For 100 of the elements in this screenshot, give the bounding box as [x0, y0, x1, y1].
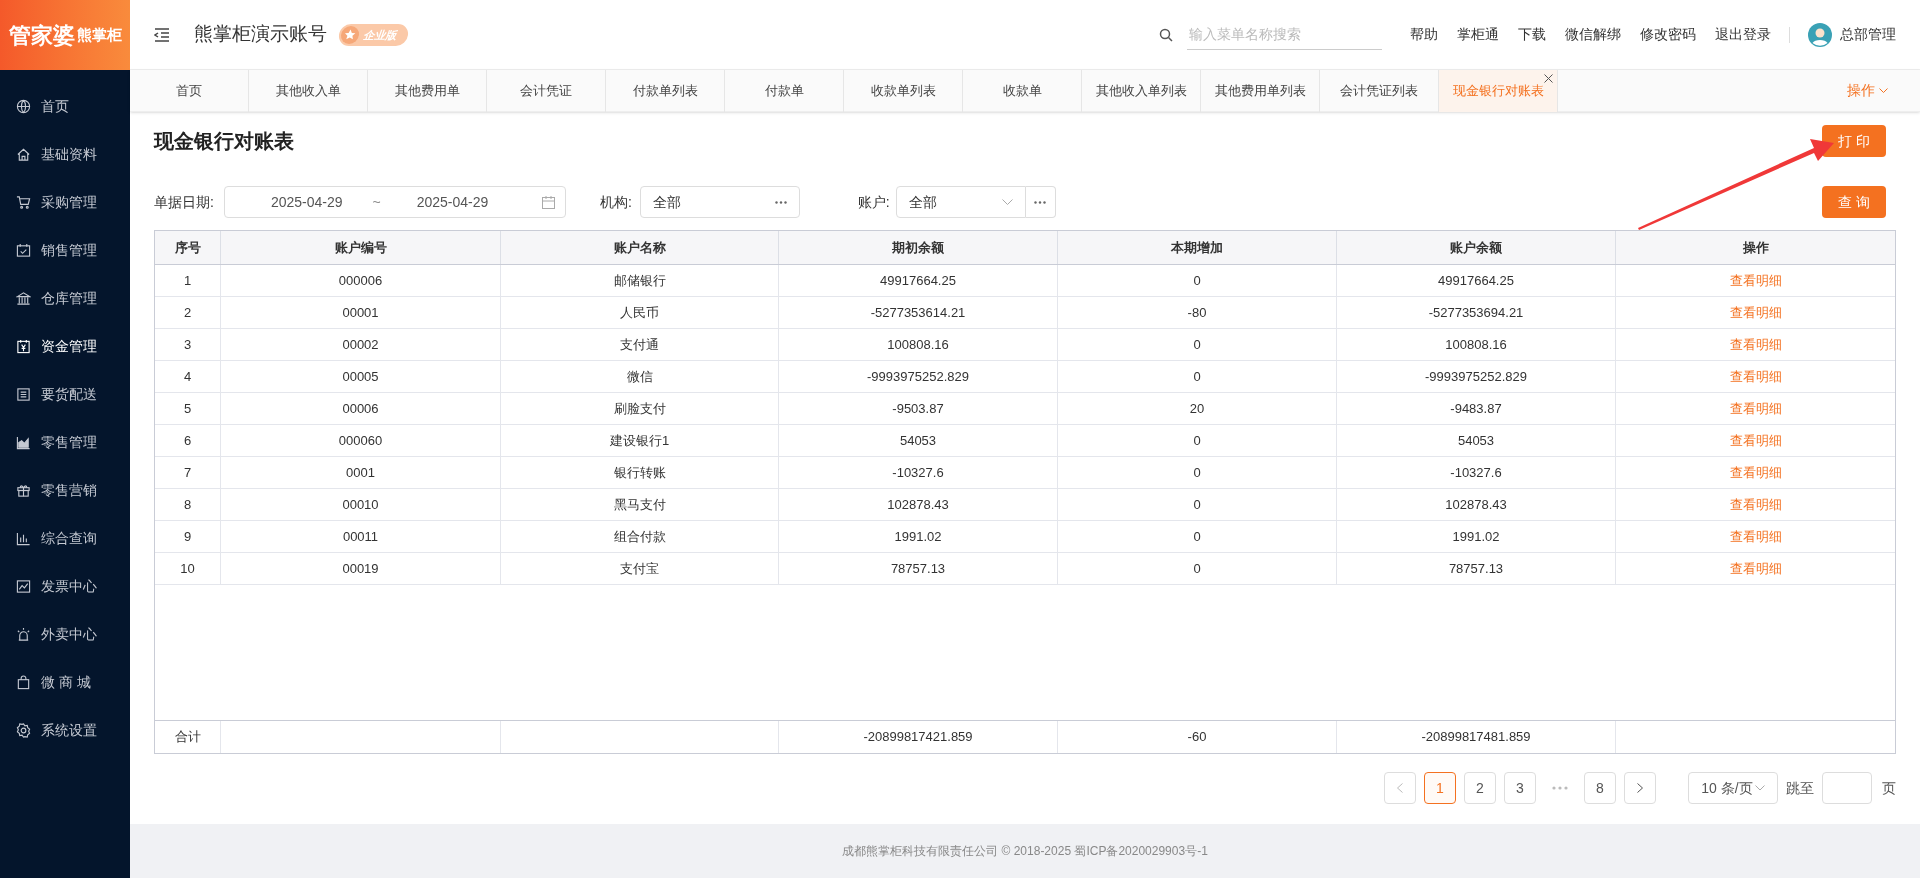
- sidebar-item[interactable]: 首页: [0, 82, 130, 130]
- chevron-left-icon: [1397, 783, 1403, 793]
- sidebar-item[interactable]: 发票中心: [0, 562, 130, 610]
- total-cell: 合计: [155, 721, 221, 753]
- sidebar-item[interactable]: 外卖中心: [0, 610, 130, 658]
- page-button[interactable]: 2: [1464, 772, 1496, 804]
- table-cell: 102878.43: [1337, 489, 1616, 520]
- tab[interactable]: 收款单列表: [844, 70, 963, 112]
- menu-icon[interactable]: [154, 27, 170, 42]
- table-cell: 1: [155, 265, 221, 296]
- table-cell: 49917664.25: [1337, 265, 1616, 296]
- bar-chart-icon: [16, 530, 31, 546]
- header-link[interactable]: 退出登录: [1715, 24, 1771, 45]
- table-cell: 4: [155, 361, 221, 392]
- table-cell: 8: [155, 489, 221, 520]
- table-cell: 00005: [221, 361, 501, 392]
- sidebar-item[interactable]: 资金管理: [0, 322, 130, 370]
- table-cell: 银行转账: [501, 457, 779, 488]
- jump-label: 跳至: [1786, 778, 1814, 798]
- chevron-right-icon: [1637, 783, 1643, 793]
- table-cell: 100808.16: [779, 329, 1058, 360]
- sidebar-item[interactable]: 零售营销: [0, 466, 130, 514]
- table-cell: 000060: [221, 425, 501, 456]
- table-cell: 100808.16: [1337, 329, 1616, 360]
- line-chart-icon: [16, 578, 31, 594]
- sidebar-item[interactable]: 采购管理: [0, 178, 130, 226]
- table-cell: -9503.87: [779, 393, 1058, 424]
- tab[interactable]: 首页: [130, 70, 249, 112]
- avatar-icon[interactable]: [1808, 22, 1832, 47]
- date-range-field[interactable]: 2025-04-29 ~ 2025-04-29: [223, 186, 566, 218]
- page-button[interactable]: 8: [1584, 772, 1616, 804]
- sidebar-item[interactable]: 基础资料: [0, 130, 130, 178]
- search-field[interactable]: 输入菜单名称搜索: [1187, 19, 1382, 50]
- chevron-down-icon: [1001, 198, 1013, 206]
- table-cell: 2: [155, 297, 221, 328]
- table-cell: 支付宝: [501, 553, 779, 584]
- table-cell: 00019: [221, 553, 501, 584]
- tab[interactable]: 其他费用单列表: [1201, 70, 1320, 112]
- table-cell: 建设银行1: [501, 425, 779, 456]
- table-cell: 00002: [221, 329, 501, 360]
- list-icon: [16, 386, 31, 402]
- table-cell: 0: [1058, 521, 1337, 552]
- tab[interactable]: 付款单: [725, 70, 844, 112]
- user-name[interactable]: 总部管理: [1840, 24, 1896, 45]
- tab[interactable]: 其他费用单: [368, 70, 487, 112]
- sidebar-item[interactable]: 零售管理: [0, 418, 130, 466]
- page-size-select[interactable]: 10 条/页: [1688, 772, 1778, 804]
- header-link[interactable]: 掌柜通: [1457, 24, 1499, 45]
- sidebar-item[interactable]: 综合查询: [0, 514, 130, 562]
- table-cell: 黑马支付: [501, 489, 779, 520]
- table-cell: 6: [155, 425, 221, 456]
- column-header: 期初余额: [779, 231, 1058, 264]
- more-icon: [1034, 200, 1047, 204]
- tab[interactable]: 会计凭证: [487, 70, 606, 112]
- header-link[interactable]: 帮助: [1410, 24, 1438, 45]
- total-cell: -20899817481.859: [1337, 721, 1616, 753]
- sidebar-item[interactable]: 销售管理: [0, 226, 130, 274]
- org-label: 机构:: [599, 192, 632, 212]
- more-icon: [774, 200, 787, 204]
- header-link[interactable]: 下载: [1518, 24, 1546, 45]
- cart-icon: [16, 194, 31, 210]
- home-icon: [16, 146, 31, 162]
- table-cell: -80: [1058, 297, 1337, 328]
- sidebar-item[interactable]: 系统设置: [0, 706, 130, 754]
- search-icon: [1159, 27, 1173, 42]
- table-cell: 刷脸支付: [501, 393, 779, 424]
- page-button[interactable]: 3: [1504, 772, 1536, 804]
- sidebar-item[interactable]: 微 商 城: [0, 658, 130, 706]
- account-select[interactable]: 全部: [895, 186, 1026, 218]
- table-cell: 0: [1058, 361, 1337, 392]
- previous-page-button[interactable]: [1384, 772, 1416, 804]
- table-cell: -9483.87: [1337, 393, 1616, 424]
- table-cell: 7: [155, 457, 221, 488]
- column-header: 账户余额: [1337, 231, 1616, 264]
- table-cell: -9993975252.829: [779, 361, 1058, 392]
- table-cell: 3: [155, 329, 221, 360]
- settings-icon: [16, 722, 31, 738]
- table-cell: 20: [1058, 393, 1337, 424]
- table-cell: 人民币: [501, 297, 779, 328]
- header-link[interactable]: 微信解绑: [1565, 24, 1621, 45]
- sidebar-item[interactable]: 要货配送: [0, 370, 130, 418]
- header-link[interactable]: 修改密码: [1640, 24, 1696, 45]
- close-icon[interactable]: [1544, 74, 1553, 83]
- table-cell: 00011: [221, 521, 501, 552]
- next-page-button[interactable]: [1624, 772, 1656, 804]
- calendar-icon: [16, 242, 31, 258]
- org-field[interactable]: 全部: [639, 186, 800, 218]
- tab[interactable]: 其他收入单: [249, 70, 368, 112]
- tab[interactable]: 付款单列表: [606, 70, 725, 112]
- table-cell: -5277353614.21: [779, 297, 1058, 328]
- tab[interactable]: 收款单: [963, 70, 1082, 112]
- more-button[interactable]: [1025, 186, 1056, 218]
- column-header: 账户编号: [221, 231, 501, 264]
- table-cell: -10327.6: [1337, 457, 1616, 488]
- gift-icon: [16, 482, 31, 498]
- jump-page-field[interactable]: [1822, 772, 1872, 804]
- table-cell: 54053: [1337, 425, 1616, 456]
- sidebar-item[interactable]: 仓库管理: [0, 274, 130, 322]
- tab[interactable]: 其他收入单列表: [1082, 70, 1201, 112]
- table-cell: 78757.13: [1337, 553, 1616, 584]
